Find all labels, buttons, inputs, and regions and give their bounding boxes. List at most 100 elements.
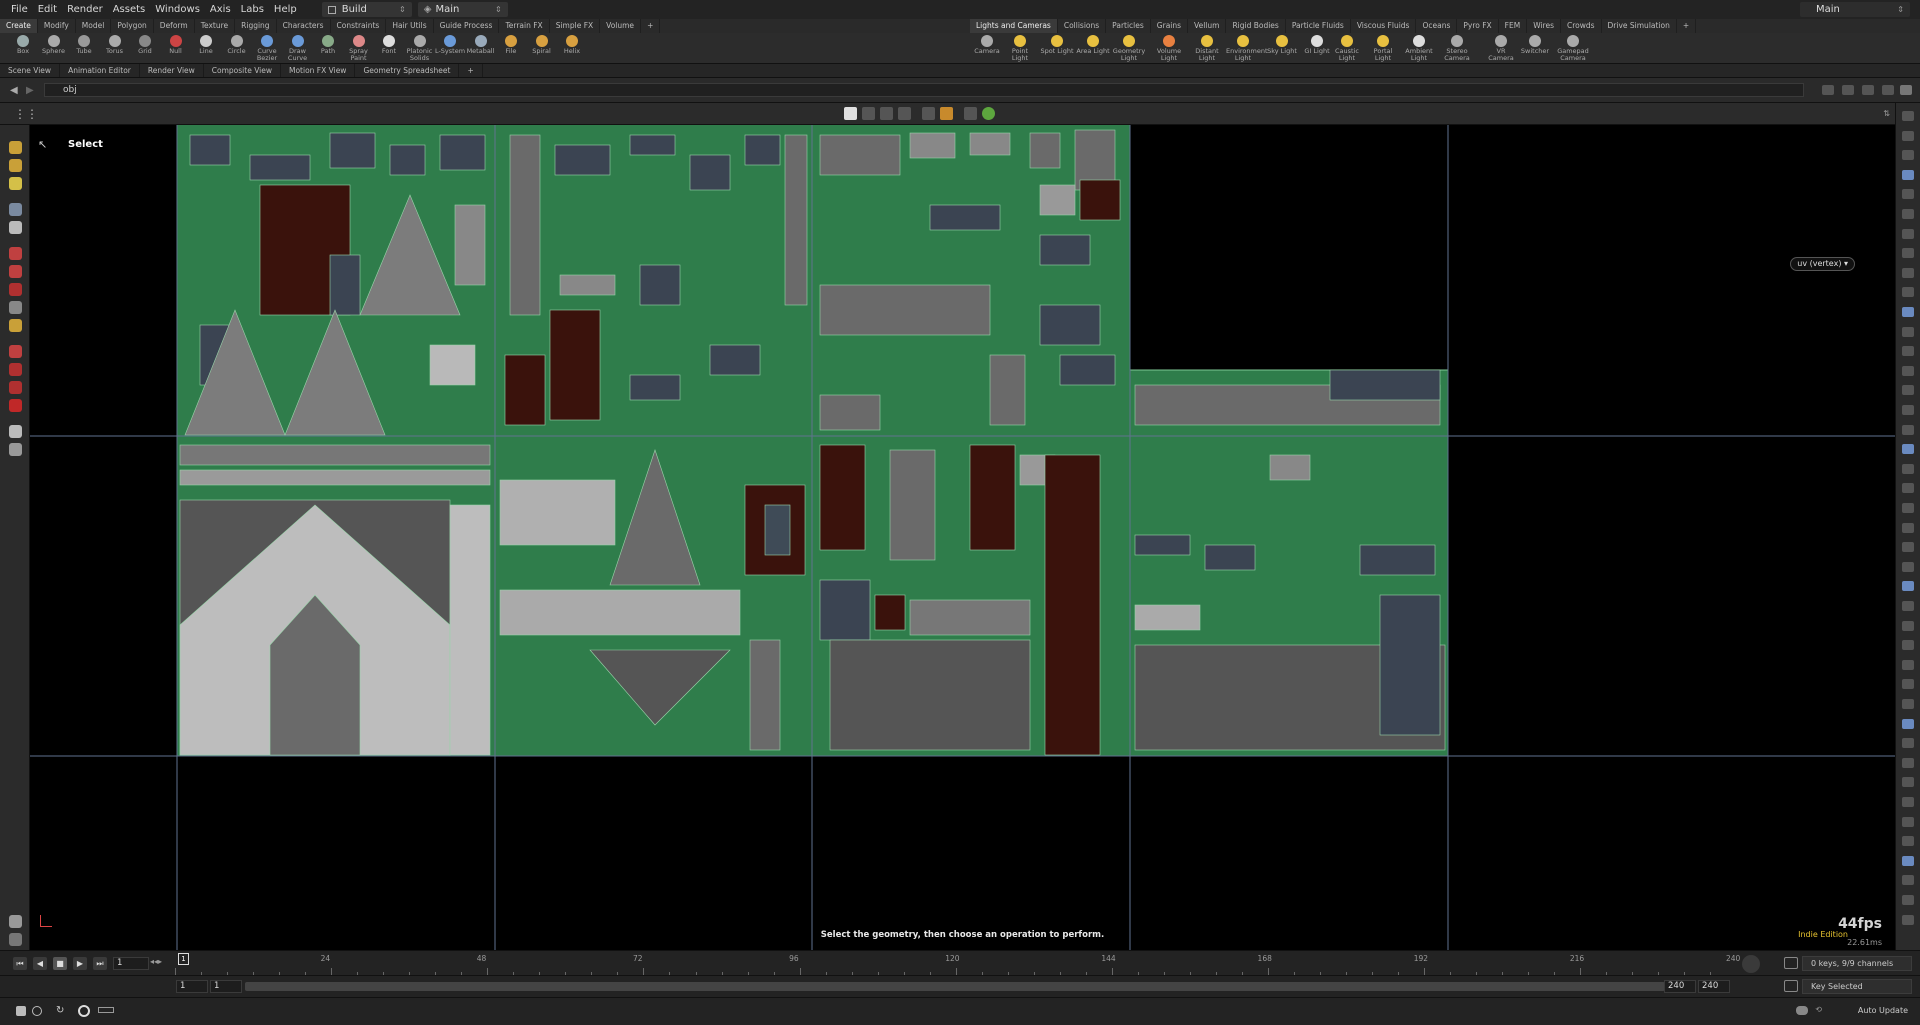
display-option-10-icon[interactable] — [1902, 287, 1914, 298]
view-menu-icon[interactable]: ⇅ — [1883, 109, 1890, 118]
shelf-tab-simple-fx[interactable]: Simple FX — [550, 19, 601, 33]
display-option-40-icon[interactable] — [1902, 875, 1914, 886]
tool-spiral[interactable]: Spiral — [525, 33, 559, 55]
display-option-3-icon[interactable] — [1902, 150, 1914, 161]
display-option-25-icon[interactable] — [1902, 581, 1914, 592]
display-option-26-icon[interactable] — [1902, 601, 1914, 611]
audio-icon[interactable] — [16, 1006, 26, 1016]
display-option-31-icon[interactable] — [1902, 699, 1914, 709]
scale-icon[interactable] — [9, 283, 22, 296]
display-option-36-icon[interactable] — [1902, 797, 1914, 807]
display-option-15-icon[interactable] — [1902, 385, 1914, 396]
display-option-16-icon[interactable] — [1902, 405, 1914, 415]
step-keys-icon[interactable]: ◂◂▸ — [150, 957, 162, 966]
display-option-27-icon[interactable] — [1902, 620, 1914, 631]
add-pane-tab-icon[interactable]: + — [459, 64, 483, 77]
shelf-tab-rigging[interactable]: Rigging — [235, 19, 277, 33]
display-option-23-icon[interactable] — [1902, 542, 1914, 553]
display-option-35-icon[interactable] — [1902, 777, 1914, 788]
display-option-38-icon[interactable] — [1902, 836, 1914, 847]
select-tool-icon[interactable] — [9, 141, 22, 154]
tool-caustic-light[interactable]: Caustic Light — [1330, 33, 1364, 62]
display-option-37-icon[interactable] — [1902, 816, 1914, 827]
lasso-select-icon[interactable] — [862, 107, 875, 120]
motion-icon[interactable] — [32, 1006, 42, 1016]
add-shelf-tab-icon[interactable]: + — [641, 19, 661, 33]
display-option-20-icon[interactable] — [1902, 483, 1914, 494]
display-option-34-icon[interactable] — [1902, 757, 1914, 768]
path-field[interactable]: obj — [44, 83, 1804, 97]
shelf-tab-vellum[interactable]: Vellum — [1188, 19, 1227, 33]
menu-item-file[interactable]: File — [6, 4, 33, 15]
display-option-32-icon[interactable] — [1902, 718, 1914, 729]
range-ruler-icon[interactable] — [98, 1007, 114, 1013]
shelf-tab-crowds[interactable]: Crowds — [1561, 19, 1602, 33]
last-frame-icon[interactable]: ⏭ — [93, 957, 107, 970]
display-option-28-icon[interactable] — [1902, 640, 1914, 651]
pane-tab-animation-editor[interactable]: Animation Editor — [60, 64, 140, 77]
brush-select-icon[interactable] — [880, 107, 893, 120]
display-option-14-icon[interactable] — [1902, 365, 1914, 376]
view-icon[interactable] — [9, 345, 22, 358]
key-mode-dropdown[interactable]: Key Selected — [1802, 979, 1912, 994]
display-option-41-icon[interactable] — [1902, 895, 1914, 905]
handle-tool-icon[interactable] — [9, 177, 22, 190]
chat-icon[interactable] — [1796, 1006, 1808, 1015]
tool-portal-light[interactable]: Portal Light — [1366, 33, 1400, 62]
shelf-tab-rigid-bodies[interactable]: Rigid Bodies — [1226, 19, 1286, 33]
shelf-tab-deform[interactable]: Deform — [154, 19, 195, 33]
range-start2-field[interactable]: 1 — [210, 980, 242, 993]
menu-item-render[interactable]: Render — [62, 4, 108, 15]
select-visible-icon[interactable] — [940, 107, 953, 120]
pane-tab-motion-fx-view[interactable]: Motion FX View — [281, 64, 356, 77]
shelf-tab-create[interactable]: Create — [0, 19, 38, 33]
display-option-9-icon[interactable] — [1902, 267, 1914, 278]
display-option-24-icon[interactable] — [1902, 561, 1914, 572]
play-icon[interactable]: ▶ — [73, 957, 87, 970]
tool-vr-camera[interactable]: VR Camera — [1484, 33, 1518, 62]
tool-spot-light[interactable]: Spot Light — [1040, 33, 1074, 55]
shelf-tab-wires[interactable]: Wires — [1527, 19, 1561, 33]
pane-tab-composite-view[interactable]: Composite View — [204, 64, 281, 77]
magnet-icon[interactable] — [9, 399, 22, 412]
tool-volume-light[interactable]: Volume Light — [1152, 33, 1186, 62]
display-option-8-icon[interactable] — [1902, 248, 1914, 259]
pointer-tool-icon[interactable] — [9, 203, 22, 216]
shelf-tab-hair-utils[interactable]: Hair Utils — [386, 19, 434, 33]
move-tool-icon[interactable] — [9, 159, 22, 172]
link-icon[interactable] — [1842, 85, 1854, 95]
shelf-tab-grains[interactable]: Grains — [1151, 19, 1189, 33]
shelf-tab-pyro-fx[interactable]: Pyro FX — [1457, 19, 1499, 33]
display-option-1-icon[interactable] — [1902, 111, 1914, 121]
key-icon[interactable] — [1742, 955, 1760, 973]
camera-icon[interactable] — [9, 425, 22, 438]
tool-switcher[interactable]: Switcher — [1518, 33, 1552, 55]
scene-viewport[interactable]: uv (vertex) ▾ ↖ Select — [30, 125, 1895, 950]
secure-selection-icon[interactable] — [964, 107, 977, 120]
display-option-18-icon[interactable] — [1902, 444, 1914, 455]
tool-null[interactable]: Null — [159, 33, 193, 55]
realtime-icon[interactable] — [1784, 957, 1798, 969]
pane-tab-geometry-spreadsheet[interactable]: Geometry Spreadsheet — [355, 64, 460, 77]
display-option-13-icon[interactable] — [1902, 346, 1914, 357]
shelf-tab-lights-and-cameras[interactable]: Lights and Cameras — [970, 19, 1058, 33]
display-option-2-icon[interactable] — [1902, 130, 1914, 141]
display-option-39-icon[interactable] — [1902, 855, 1914, 866]
shelf-tab-modify[interactable]: Modify — [38, 19, 76, 33]
shelf-tab-particles[interactable]: Particles — [1106, 19, 1151, 33]
tool-helix[interactable]: Helix — [555, 33, 589, 55]
shelf-tab-particle-fluids[interactable]: Particle Fluids — [1286, 19, 1351, 33]
tool-tube[interactable]: Tube — [67, 33, 101, 55]
display-option-33-icon[interactable] — [1902, 738, 1914, 749]
tool-box[interactable]: Box — [6, 33, 40, 55]
display-option-5-icon[interactable] — [1902, 189, 1914, 200]
shelf-tab-texture[interactable]: Texture — [195, 19, 236, 33]
rotate-icon[interactable] — [9, 265, 22, 278]
tool-torus[interactable]: Torus — [98, 33, 132, 55]
tool-distant-light[interactable]: Distant Light — [1190, 33, 1224, 62]
display-option-6-icon[interactable] — [1902, 209, 1914, 219]
tool-gamepad-camera[interactable]: Gamepad Camera — [1556, 33, 1590, 62]
snapshot-icon[interactable] — [9, 933, 22, 946]
drag-icon[interactable] — [9, 319, 22, 332]
display-option-19-icon[interactable] — [1902, 463, 1914, 474]
